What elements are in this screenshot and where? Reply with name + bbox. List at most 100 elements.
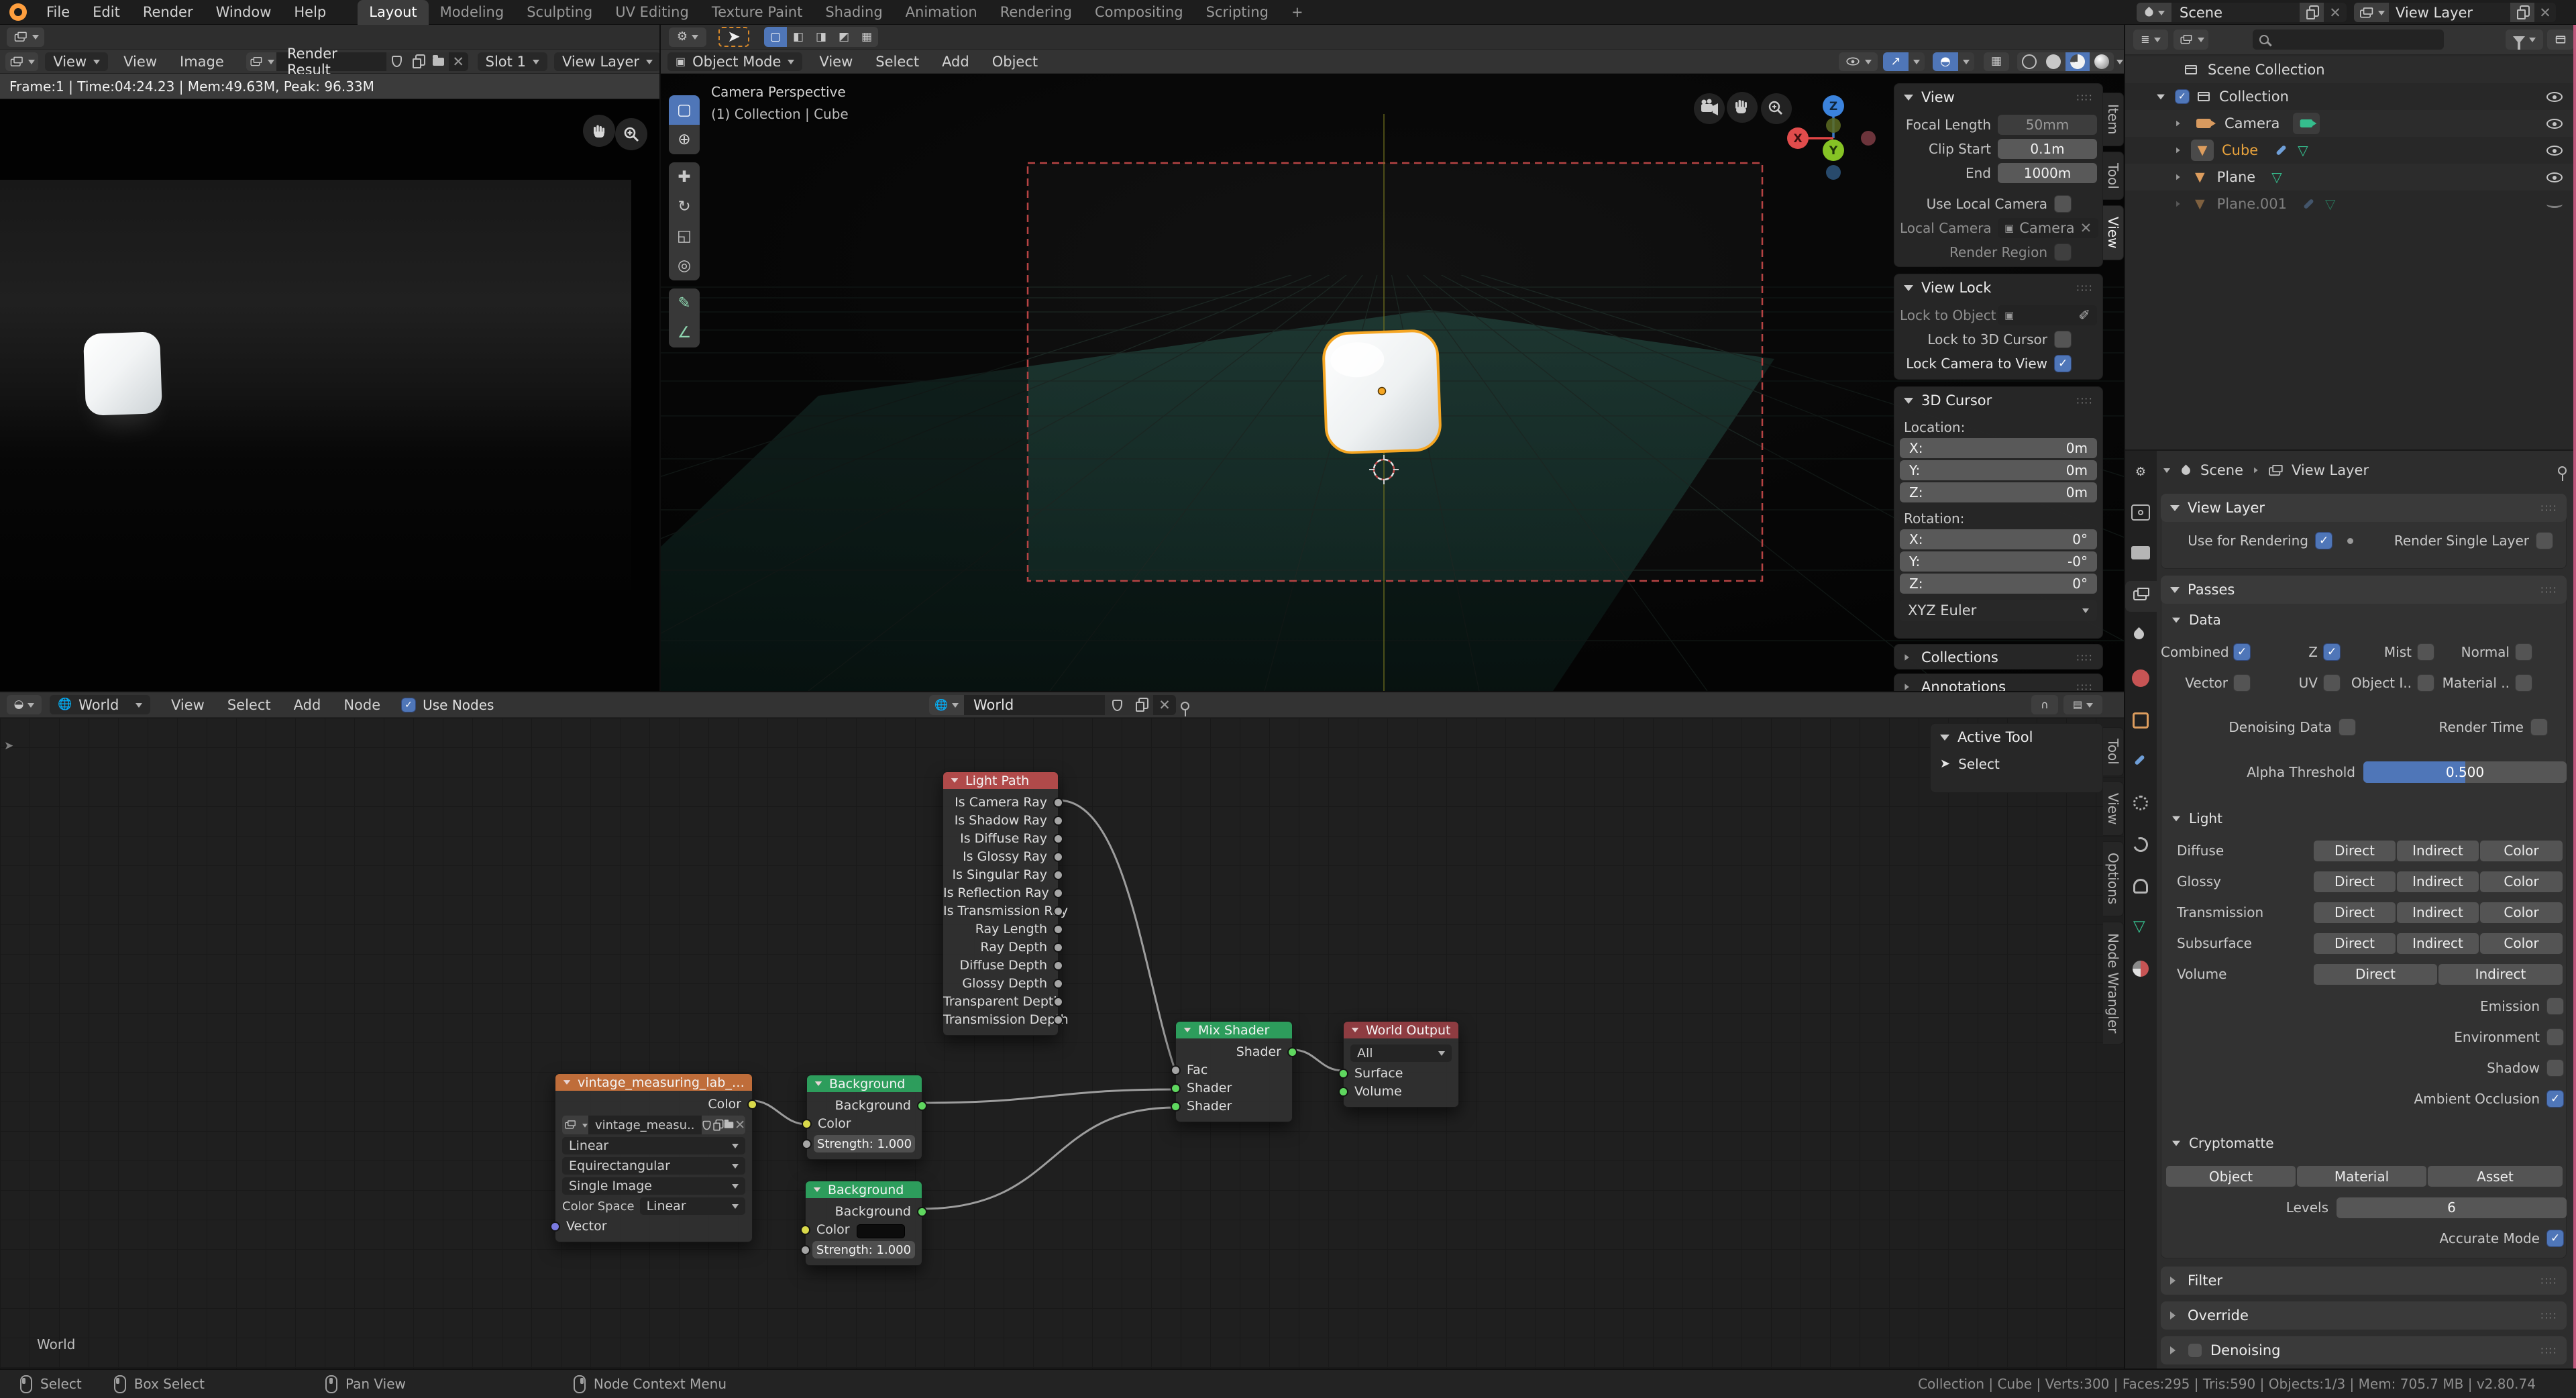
workspace-tab-texture-paint[interactable]: Texture Paint <box>700 4 814 20</box>
render-single-layer-checkbox[interactable] <box>2536 532 2553 549</box>
world-name-field[interactable]: World <box>964 697 1105 713</box>
socket-mix-output[interactable] <box>1287 1047 1297 1057</box>
menu-help[interactable]: Help <box>282 4 337 20</box>
node-tab-node-wrangler[interactable]: Node Wrangler <box>2103 922 2124 1044</box>
workspace-tab-compositing[interactable]: Compositing <box>1083 4 1195 20</box>
node-menu-select[interactable]: Select <box>216 697 282 713</box>
clip-end-field[interactable]: 1000m <box>1998 163 2097 183</box>
node-world-output[interactable]: World Output All Surface Volume <box>1343 1021 1459 1108</box>
cursor-x-field[interactable]: X:0m <box>1900 438 2097 458</box>
panel-annotations[interactable]: Annotations∷∷ <box>1894 674 2103 691</box>
socket-mix-shader2[interactable] <box>1171 1101 1181 1112</box>
world-copy-button[interactable] <box>1129 695 1153 715</box>
selectmode-invert-icon[interactable]: ◩ <box>833 27 855 47</box>
socket-transmission-depth[interactable] <box>1053 1015 1063 1025</box>
breadcrumb-scene[interactable]: Scene <box>2200 462 2243 478</box>
image-menu-image[interactable]: Image <box>168 54 235 70</box>
use-for-rendering-checkbox[interactable] <box>2315 532 2332 549</box>
lock-camera-checkbox[interactable] <box>2054 355 2072 372</box>
workspace-tab-modeling[interactable]: Modeling <box>429 4 516 20</box>
workspace-add-tab[interactable]: + <box>1280 4 1315 20</box>
plane001-modifier-icon[interactable] <box>2303 199 2314 209</box>
section-denoising-header[interactable]: Denoising∷∷ <box>2161 1336 2567 1364</box>
selectmode-subtract-icon[interactable]: ◨ <box>810 27 833 47</box>
outliner-row-plane[interactable]: ▼ Plane ▽ <box>2125 164 2576 191</box>
shader-type-dropdown[interactable]: 🌐World <box>50 695 150 714</box>
section-passes-header[interactable]: Passes∷∷ <box>2161 576 2567 604</box>
breadcrumb-layer[interactable]: View Layer <box>2292 462 2369 478</box>
panel-view-header[interactable]: View∷∷ <box>1894 84 2102 111</box>
env-unlink-button[interactable]: ✕ <box>735 1116 745 1134</box>
props-tab-physics-icon[interactable] <box>2131 835 2150 854</box>
bg2-color-swatch[interactable] <box>857 1224 905 1238</box>
lock-to-cursor-checkbox[interactable] <box>2054 331 2072 348</box>
plane-expand-icon[interactable] <box>2176 174 2183 180</box>
sidebar-tab-tool[interactable]: Tool <box>2103 152 2124 201</box>
workspace-tab-layout[interactable]: Layout <box>358 0 428 25</box>
tool-cursor[interactable]: ⊕ <box>669 125 700 154</box>
node-overlay-dropdown[interactable]: ▤ <box>2063 695 2102 714</box>
socket-bg1-strength[interactable] <box>802 1139 812 1149</box>
node-background-1[interactable]: Background Background Color Strength: 1.… <box>806 1075 922 1160</box>
camera-data-icon[interactable] <box>2293 113 2320 134</box>
new-collection-button[interactable] <box>2547 30 2574 50</box>
node-tab-tool[interactable]: Tool <box>2103 727 2124 776</box>
props-tab-tool-icon[interactable]: ⚙ <box>2131 463 2150 482</box>
outliner-row-collection[interactable]: Collection <box>2125 83 2576 110</box>
props-tab-data-icon[interactable]: ▽ <box>2133 919 2145 934</box>
node-menu-view[interactable]: View <box>160 697 216 713</box>
glossy-indirect-button[interactable]: Indirect <box>2397 871 2479 892</box>
props-tab-material-icon[interactable] <box>2133 961 2149 977</box>
socket-ray-length[interactable] <box>1053 924 1063 934</box>
shadow-checkbox[interactable] <box>2546 1059 2564 1077</box>
props-tab-output-icon[interactable] <box>2131 546 2150 559</box>
plane001-label[interactable]: Plane.001 <box>2217 196 2287 212</box>
use-local-camera-checkbox[interactable] <box>2054 195 2072 213</box>
cube-mesh-data-icon[interactable]: ▽ <box>2298 144 2308 157</box>
view-layer-unlink-button[interactable]: ✕ <box>2534 5 2556 21</box>
props-tab-particles-icon[interactable] <box>2133 796 2148 810</box>
env-image-name[interactable]: vintage_measu.. <box>588 1116 702 1134</box>
render-region-checkbox[interactable] <box>2054 244 2072 261</box>
socket-env-color[interactable] <box>747 1099 757 1110</box>
node-menu-add[interactable]: Add <box>282 697 333 713</box>
cursor-ry-field[interactable]: Y:-0° <box>1900 551 2097 572</box>
plane-mesh-data-icon[interactable]: ▽ <box>2271 170 2282 184</box>
plane-label[interactable]: Plane <box>2217 169 2256 185</box>
material-index-checkbox[interactable] <box>2515 674 2532 692</box>
outliner-filter-dropdown[interactable] <box>2506 30 2543 50</box>
image-mode-dropdown[interactable]: View <box>45 52 108 71</box>
xray-toggle[interactable]: ▦ <box>1984 52 2009 71</box>
workspace-tab-rendering[interactable]: Rendering <box>989 4 1083 20</box>
socket-is-transmission-ray[interactable] <box>1053 906 1063 916</box>
menu-window[interactable]: Window <box>205 4 283 20</box>
subsurface-color-button[interactable]: Color <box>2480 933 2563 954</box>
node-menu-node[interactable]: Node <box>332 697 392 713</box>
transmission-indirect-button[interactable]: Indirect <box>2397 902 2479 923</box>
volume-direct-button[interactable]: Direct <box>2314 964 2437 985</box>
collection-label[interactable]: Collection <box>2219 89 2289 105</box>
image-tool-dropdown[interactable] <box>7 28 44 47</box>
plane001-mesh-data-icon[interactable]: ▽ <box>2325 197 2335 211</box>
volume-indirect-button[interactable]: Indirect <box>2438 964 2563 985</box>
node-tab-view[interactable]: View <box>2103 782 2124 836</box>
node-mix-shader[interactable]: Mix Shader Shader Fac Shader Shader <box>1175 1021 1293 1122</box>
subpanel-light-header[interactable]: Light <box>2171 808 2222 829</box>
uv-checkbox[interactable] <box>2323 674 2341 692</box>
socket-is-camera-ray[interactable] <box>1053 798 1063 808</box>
sidebar-tab-item[interactable]: Item <box>2103 93 2124 146</box>
shading-dropdown[interactable] <box>2115 52 2125 71</box>
panel-collections[interactable]: Collections∷∷ <box>1894 644 2103 669</box>
socket-mix-fac[interactable] <box>1171 1065 1181 1075</box>
panel-3d-cursor-header[interactable]: 3D Cursor∷∷ <box>1894 387 2102 414</box>
active-tool-header[interactable]: Active Tool <box>1931 724 2102 751</box>
socket-output-volume[interactable] <box>1338 1087 1348 1097</box>
color-space-dropdown[interactable]: Linear <box>640 1197 745 1215</box>
socket-bg1-color[interactable] <box>802 1119 812 1129</box>
socket-transparent-depth[interactable] <box>1053 997 1063 1007</box>
node-tab-options[interactable]: Options <box>2103 841 2124 916</box>
image-fake-user-button[interactable] <box>386 52 407 71</box>
socket-is-shadow-ray[interactable] <box>1053 816 1063 826</box>
slot-dropdown[interactable]: Slot 1 <box>478 52 547 71</box>
scene-browse-button[interactable] <box>2137 3 2171 22</box>
